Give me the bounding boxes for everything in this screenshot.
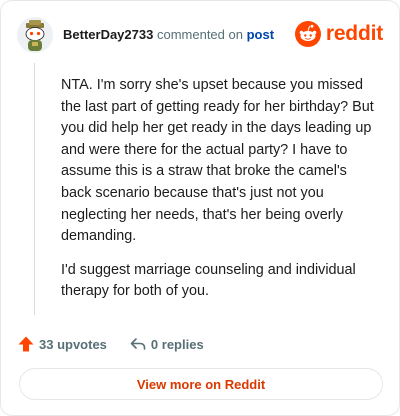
thread-line <box>34 63 35 315</box>
reply-count: 0 replies <box>150 336 204 352</box>
comment-paragraph: I'd suggest marriage counseling and indi… <box>61 261 356 300</box>
embedded-comment-card: BetterDay2733 commented on post reddit N… <box>0 0 400 416</box>
comment-header: BetterDay2733 commented on post reddit <box>17 15 383 55</box>
username-link[interactable]: BetterDay2733 <box>63 27 153 42</box>
reddit-logo-icon <box>294 21 321 47</box>
comment-actions: 33 upvotes 0 replies <box>17 333 204 355</box>
upvote-count: 33 upvotes <box>39 336 107 352</box>
comment-byline: BetterDay2733 commented on post <box>63 27 274 43</box>
user-avatar[interactable] <box>17 17 53 53</box>
reddit-wordmark: reddit <box>325 22 383 45</box>
upvote-arrow-icon <box>18 336 34 352</box>
reddit-logo[interactable]: reddit <box>294 20 383 48</box>
view-more-on-reddit-button[interactable]: View more on Reddit <box>19 368 383 400</box>
comment-body: NTA. I'm sorry she's upset because you m… <box>61 75 381 315</box>
commented-on-text: commented on <box>156 27 243 42</box>
comment-paragraph: NTA. I'm sorry she's upset because you m… <box>61 77 374 245</box>
reply-arrow-icon <box>130 338 146 350</box>
post-link[interactable]: post <box>247 27 274 42</box>
replies-button[interactable]: 0 replies <box>129 335 204 353</box>
snoo-avatar-icon <box>17 17 53 53</box>
upvote-button[interactable]: 33 upvotes <box>17 335 107 353</box>
